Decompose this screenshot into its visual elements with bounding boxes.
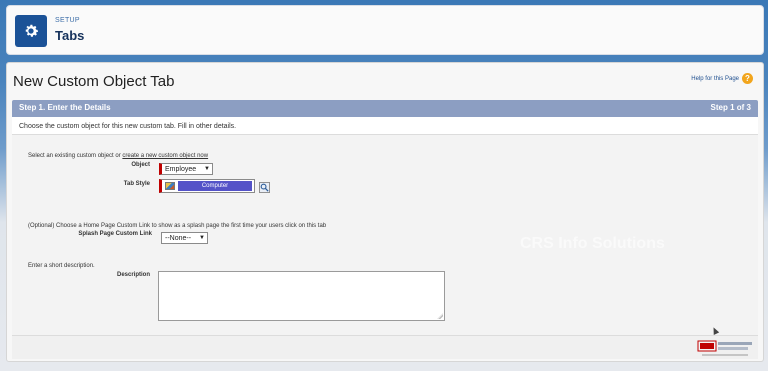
description-label: Description — [116, 272, 150, 278]
create-custom-object-link[interactable]: create a new custom object now — [122, 153, 208, 159]
tab-style-value: Computer — [178, 181, 252, 191]
form-area: Select an existing custom object or crea… — [12, 135, 758, 335]
computer-icon — [165, 182, 175, 190]
splash-page-label: Splash Page Custom Link — [78, 231, 152, 237]
select-object-intro-text: Select an existing custom object or — [28, 153, 121, 159]
watermark: CRS Info Solutions — [520, 235, 665, 252]
instructions-text: Choose the custom object for this new cu… — [12, 117, 758, 135]
setup-eyebrow: SETUP — [55, 17, 80, 24]
select-object-intro: Select an existing custom object or crea… — [28, 153, 208, 159]
description-textarea[interactable] — [158, 271, 445, 321]
chevron-down-icon: ▼ — [204, 166, 210, 172]
watermark-logo — [696, 338, 756, 360]
resize-grip-icon[interactable] — [437, 313, 443, 319]
help-icon[interactable]: ? — [742, 73, 753, 84]
splash-page-intro: (Optional) Choose a Home Page Custom Lin… — [28, 223, 327, 229]
page-title: New Custom Object Tab — [13, 73, 175, 90]
object-select-value: Employee — [165, 166, 197, 173]
bottom-strip — [12, 335, 758, 359]
tab-style-label: Tab Style — [123, 181, 150, 187]
gear-icon — [15, 15, 47, 47]
object-label: Object — [131, 162, 150, 168]
step-title: Step 1. Enter the Details — [19, 103, 111, 112]
object-select[interactable]: Employee ▼ — [159, 163, 213, 175]
lookup-icon[interactable] — [259, 180, 270, 193]
help-link[interactable]: Help for this Page — [691, 76, 739, 82]
step-count: Step 1 of 3 — [710, 103, 751, 112]
step-bar: Step 1. Enter the Details Step 1 of 3 — [12, 100, 758, 117]
page-header-title: Tabs — [55, 28, 85, 43]
setup-header: SETUP Tabs — [6, 5, 764, 55]
main-panel: New Custom Object Tab Help for this Page… — [6, 62, 764, 362]
splash-page-select-value: --None-- — [165, 235, 192, 242]
chevron-down-icon: ▼ — [199, 235, 205, 241]
splash-page-select[interactable]: --None-- ▼ — [161, 232, 208, 244]
tab-style-field[interactable]: Computer — [159, 179, 255, 193]
description-intro: Enter a short description. — [28, 263, 95, 269]
